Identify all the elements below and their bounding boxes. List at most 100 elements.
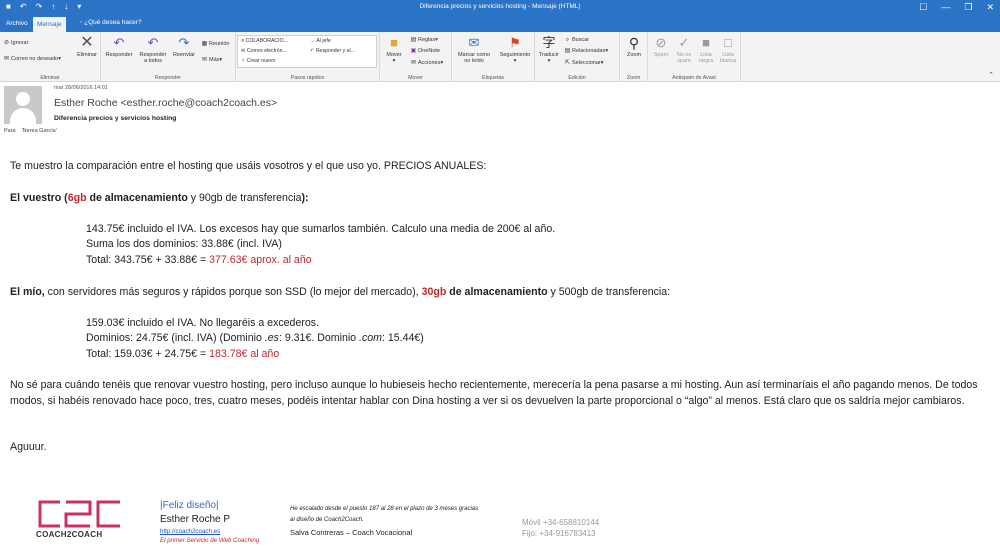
check-icon: ✓ (678, 35, 690, 50)
forward-button[interactable]: ↷ Reenviar (170, 35, 198, 58)
spam-button[interactable]: ⊘ Spam (650, 35, 672, 58)
reply-all-button[interactable]: ↶ Responder a todos (136, 35, 170, 64)
group-eliminar: ⊘ Ignorar ✉ Correo no deseado▾ ✕ Eliminar … (0, 32, 101, 82)
group-label-etiquetas: Etiquetas (481, 75, 505, 81)
onenote-icon: ▣ (410, 48, 417, 54)
select-button[interactable]: ⇱ Seleccionar▾ (564, 60, 604, 67)
onenote-button[interactable]: ▣ OneNote (410, 48, 440, 55)
signature-url-link[interactable]: http://coach2coach.es (160, 528, 220, 535)
forward-small-icon: → (310, 38, 316, 44)
quick-step-al-jefe[interactable]: → Al jefe (310, 38, 331, 44)
find-icon: ⌕ (565, 37, 570, 43)
mine-line-2: Dominios: 24.75€ (incl. IVA) (Dominio .e… (86, 332, 424, 344)
group-label-edicion: Edición (568, 75, 586, 81)
logo-text: COACH2COACH (36, 530, 103, 539)
signature-mobile: Móvil +34-658810144 (522, 518, 600, 527)
actions-icon: ✉ (410, 60, 417, 66)
testimonial-line-2: al diseño de Coach2Coach. (290, 517, 364, 523)
group-zoom: ⚲ Zoom Zoom (620, 32, 648, 82)
whitelist-button[interactable]: □ Lista blanca (717, 35, 739, 64)
group-antispam: ⊘ Spam ✓ No es spam ■ Lista negra □ List… (648, 32, 741, 82)
move-button[interactable]: ■ Mover ▾ (382, 35, 406, 64)
move-folder-icon: ■ (390, 35, 398, 50)
select-icon: ⇱ (564, 60, 571, 66)
reply-button[interactable]: ↶ Responder (104, 35, 134, 58)
envelope-icon: ✉ (468, 35, 480, 50)
junk-icon: ✉ (3, 56, 10, 62)
ignore-icon: ⊘ (3, 40, 10, 46)
minimize-icon[interactable]: — (941, 1, 950, 13)
collapse-ribbon-icon[interactable]: ⌃ (988, 71, 994, 79)
close-icon[interactable]: ✕ (986, 1, 994, 13)
reply-icon: ↶ (113, 35, 125, 50)
maximize-icon[interactable]: ❒ (964, 1, 972, 13)
rules-icon: ▤ (410, 37, 417, 43)
reply-all-icon: ↶ (147, 35, 159, 50)
tab-mensaje[interactable]: Mensaje (33, 17, 66, 32)
more-button[interactable]: ✉ Más▾ (201, 57, 222, 64)
message-sender[interactable]: Esther Roche <esther.roche@coach2coach.e… (54, 97, 277, 109)
group-label-responder: Responder (155, 75, 181, 81)
ignore-button[interactable]: ⊘ Ignorar (3, 40, 28, 47)
group-label-pasos: Pasos rápidos (290, 75, 325, 81)
delete-button[interactable]: ✕ Eliminar (74, 34, 100, 59)
signature-name: Esther Roche P (160, 514, 231, 525)
spam-icon: ⊘ (655, 35, 667, 50)
testimonial-author: Salva Contreras – Coach Vocacional (290, 528, 413, 537)
whitelist-icon: □ (724, 35, 732, 50)
group-label-antispam: Antispam de Avast (672, 75, 716, 81)
magnifier-icon: ⚲ (628, 35, 640, 51)
zoom-button[interactable]: ⚲ Zoom (622, 35, 646, 58)
window-controls: ☐ — ❒ ✕ (919, 1, 994, 13)
flag-icon: ⚑ (509, 35, 521, 50)
meeting-button[interactable]: ▦ Reunión (201, 41, 230, 48)
calendar-icon: ▦ (201, 41, 208, 47)
not-spam-button[interactable]: ✓ No es spam (673, 35, 695, 64)
message-recipients: Para 'Nerea García' (4, 128, 63, 134)
mine-line-3: Total: 159.03€ + 24.75€ = 183.78€ al año (86, 348, 280, 360)
yours-line-1: 143.75€ incluido el IVA. Los excesos hay… (86, 223, 556, 235)
group-mover: ■ Mover ▾ ▤ Reglas▾ ▣ OneNote ✉ Acciones▾ Mo… (380, 32, 452, 82)
ribbon: ⊘ Ignorar ✉ Correo no deseado▾ ✕ Eliminar … (0, 32, 1000, 82)
delete-icon: ✕ (80, 34, 94, 51)
quick-step-correo[interactable]: ✉ Correo electrón... (241, 48, 287, 54)
intro-text: Te muestro la comparación entre el hosti… (10, 160, 487, 172)
related-button[interactable]: ▤ Relacionadas▾ (564, 48, 608, 55)
folder-icon: ■ (241, 38, 245, 44)
blacklist-icon: ■ (702, 35, 710, 50)
quick-steps-gallery: ■ COLABORACIO... → Al jefe ✉ Correo elec… (237, 35, 377, 68)
sender-avatar (4, 86, 42, 124)
rules-button[interactable]: ▤ Reglas▾ (410, 37, 438, 44)
quick-step-crear[interactable]: ↯ Crear nuevo (241, 58, 275, 64)
message-subject: Diferencia precios y servicios hosting (54, 115, 177, 122)
group-responder: ↶ Responder ↶ Responder a todos ↷ Reenvi… (101, 32, 236, 82)
tab-archivo[interactable]: Archivo (2, 18, 32, 32)
quick-step-responder[interactable]: ↶ Responder y el... (310, 48, 355, 54)
find-button[interactable]: ⌕ Buscar (564, 37, 589, 44)
group-etiquetas: ✉ Marcar como no leído ⚑ Seguimiento ▾ Et… (452, 32, 535, 82)
tell-me-search[interactable]: ◦ ¿Qué desea hacer? (80, 19, 142, 26)
ribbon-display-icon[interactable]: ☐ (919, 1, 927, 13)
actions-button[interactable]: ✉ Acciones▾ (410, 60, 443, 67)
blacklist-button[interactable]: ■ Lista negra (695, 35, 717, 64)
message-date: mar 28/06/2016 14:01 (54, 85, 108, 91)
to-label: Para (4, 128, 16, 134)
quick-step-colaboracion[interactable]: ■ COLABORACIO... (241, 38, 288, 44)
closing-text: Aguuur. (10, 441, 47, 453)
mine-heading: El mío, con servidores más seguros y ráp… (10, 286, 671, 298)
body-paragraph: No sé para cuándo tenéis que renovar vue… (10, 379, 978, 407)
follow-up-button[interactable]: ⚑ Seguimiento ▾ (496, 35, 534, 64)
to-value[interactable]: 'Nerea García' (22, 128, 57, 134)
more-icon: ✉ (201, 57, 208, 63)
forward-icon: ↷ (178, 35, 190, 50)
mark-unread-button[interactable]: ✉ Marcar como no leído (454, 35, 494, 64)
group-label-eliminar: Eliminar (40, 75, 60, 81)
signature-tagline: |Feliz diseño| (160, 500, 219, 511)
reply-small-icon: ↶ (310, 48, 315, 54)
junk-button[interactable]: ✉ Correo no deseado▾ (3, 56, 61, 63)
yours-heading: El vuestro (6gb de almacenamiento y 90gb… (10, 192, 309, 204)
tab-bar: Archivo Mensaje ◦ ¿Qué desea hacer? (0, 15, 1000, 32)
translate-button[interactable]: 字 Traducir ▾ (537, 35, 561, 64)
mine-line-1: 159.03€ incluido el IVA. No llegaréis a … (86, 317, 320, 329)
yours-line-2: Suma los dos dominios: 33.88€ (incl. IVA… (86, 238, 282, 250)
